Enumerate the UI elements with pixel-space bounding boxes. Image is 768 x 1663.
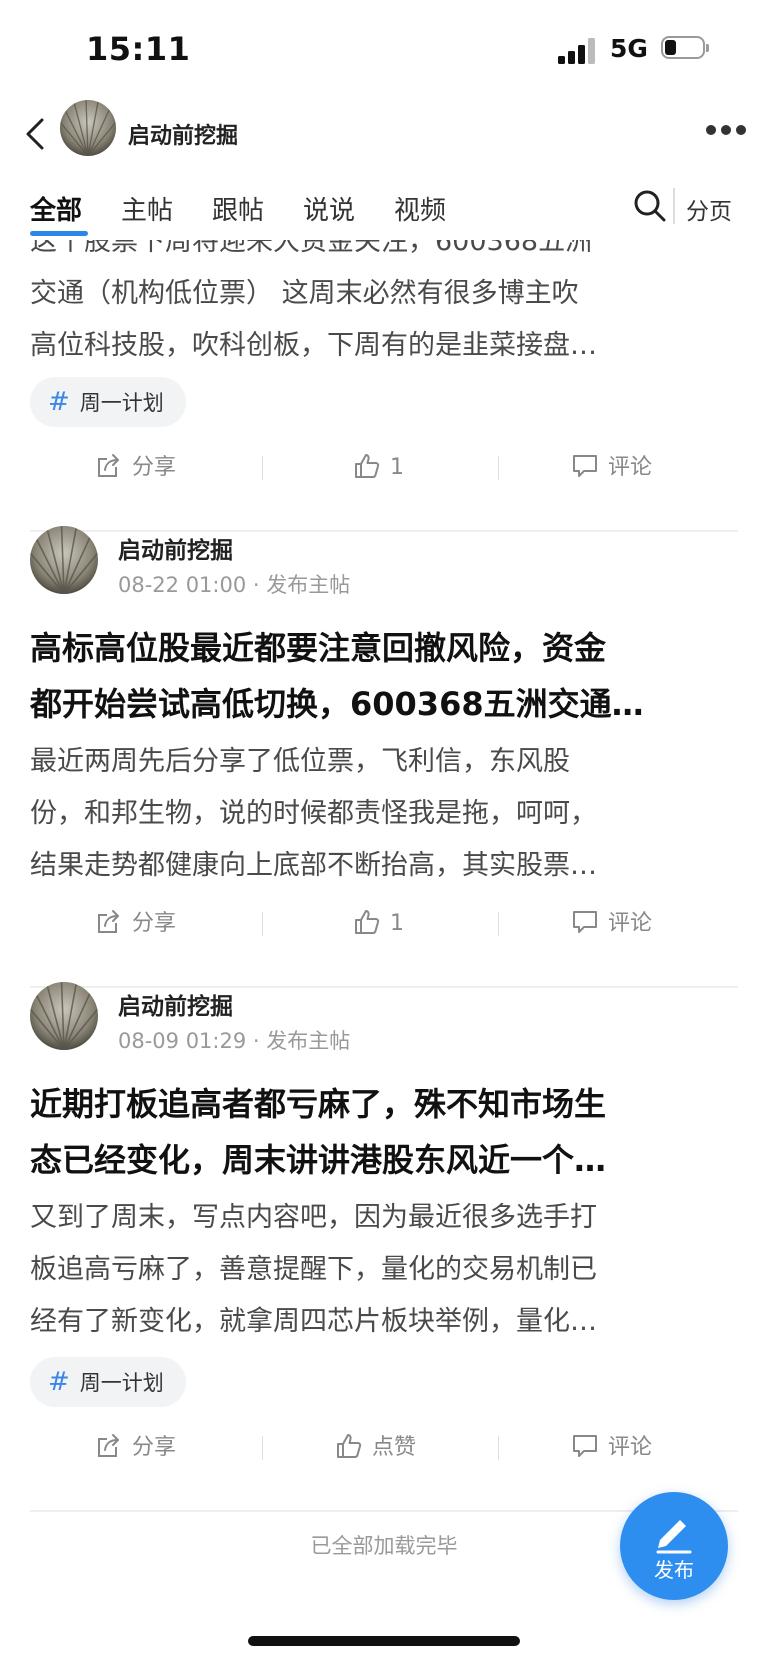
- status-bar: 15:11 5G: [0, 0, 768, 100]
- back-arrow-icon[interactable]: [18, 114, 58, 154]
- post-body-line: 高位科技股，吹科创板，下周有的是韭菜接盘…: [30, 330, 597, 361]
- post-body-line: 份，和邦生物，说的时候都责怪我是拖，呵呵，: [30, 798, 597, 829]
- tab-moments[interactable]: 说说: [303, 190, 355, 227]
- topic-tag[interactable]: # 周一计划: [30, 1357, 186, 1407]
- share-icon: [98, 910, 119, 933]
- post-feed: 这个股票下周将迎来大资金关注，600368五洲 交通（机构低位票） 这周末必然有…: [0, 240, 768, 1663]
- tab-replies[interactable]: 跟帖: [212, 190, 264, 227]
- action-separator: [498, 1436, 499, 1460]
- share-button[interactable]: 分享: [96, 1426, 176, 1470]
- hashtag-icon: #: [48, 387, 70, 417]
- tab-all[interactable]: 全部: [30, 190, 82, 227]
- author-name[interactable]: 启动前挖掘: [118, 531, 233, 565]
- post-body-line: 又到了周末，写点内容吧，因为最近很多选手打: [30, 1202, 597, 1233]
- status-time: 15:11: [86, 30, 191, 68]
- comment-button[interactable]: 评论: [572, 446, 652, 490]
- post-title-line: 态已经变化，周末讲讲港股东风近一个…: [30, 1141, 607, 1179]
- thumbs-up-icon: [355, 454, 380, 478]
- post-body-line: 这个股票下周将迎来大资金关注，600368五洲: [30, 240, 593, 257]
- comment-button[interactable]: 评论: [572, 902, 652, 946]
- post-title[interactable]: 高标高位股最近都要注意回撤风险，资金 都开始尝试高低切换，600368五洲交通…: [30, 620, 740, 732]
- action-separator: [262, 456, 263, 480]
- post-body-line: 最近两周先后分享了低位票，飞利信，东风股: [30, 746, 570, 777]
- action-separator: [262, 912, 263, 936]
- publish-button-label: 发布: [654, 1558, 694, 1582]
- publish-button[interactable]: 发布: [620, 1492, 728, 1600]
- action-separator: [262, 1436, 263, 1460]
- post-action-row: 分享 1 评论: [0, 446, 768, 490]
- post-body[interactable]: 最近两周先后分享了低位票，飞利信，东风股 份，和邦生物，说的时候都责怪我是拖，呵…: [30, 736, 740, 892]
- comment-icon: [573, 911, 597, 933]
- cellular-signal-icon: [558, 38, 602, 64]
- author-avatar[interactable]: [30, 526, 98, 594]
- post-body[interactable]: 这个股票下周将迎来大资金关注，600368五洲 交通（机构低位票） 这周末必然有…: [30, 240, 740, 372]
- like-button[interactable]: 1: [354, 446, 404, 490]
- thumbs-up-icon: [355, 910, 380, 934]
- like-button[interactable]: 1: [354, 902, 404, 946]
- post-body-line: 经有了新变化，就拿周四芯片板块举例，量化…: [30, 1306, 597, 1337]
- post-action-row: 分享 点赞 评论: [0, 1426, 768, 1470]
- pencil-icon: [656, 1520, 692, 1554]
- post-action-row: 分享 1 评论: [0, 902, 768, 946]
- author-name[interactable]: 启动前挖掘: [118, 987, 233, 1021]
- post-title-line: 都开始尝试高低切换，600368五洲交通…: [30, 685, 644, 723]
- author-avatar[interactable]: [30, 982, 98, 1050]
- comment-icon: [573, 455, 597, 477]
- more-options-icon[interactable]: [704, 122, 748, 136]
- comment-icon: [573, 1435, 597, 1457]
- pagination-toggle[interactable]: 分页: [686, 192, 732, 226]
- header-avatar[interactable]: [60, 100, 116, 156]
- action-separator: [498, 912, 499, 936]
- post-body-line: 板追高亏麻了，善意提醒下，量化的交易机制已: [30, 1254, 597, 1285]
- topic-tag-label: 周一计划: [79, 1371, 164, 1395]
- post-body-line: 结果走势都健康向上底部不断抬高，其实股票…: [30, 850, 597, 881]
- nav-header: 启动前挖掘: [0, 100, 768, 170]
- post-title-line: 高标高位股最近都要注意回撤风险，资金: [30, 629, 607, 667]
- comment-button[interactable]: 评论: [572, 1426, 652, 1470]
- post-title-line: 近期打板追高者都亏麻了，殊不知市场生: [30, 1085, 607, 1123]
- post-title[interactable]: 近期打板追高者都亏麻了，殊不知市场生 态已经变化，周末讲讲港股东风近一个…: [30, 1076, 740, 1188]
- share-button[interactable]: 分享: [96, 446, 176, 490]
- post-meta: 08-09 01:29 · 发布主帖: [118, 1029, 351, 1053]
- tab-main-posts[interactable]: 主帖: [121, 190, 173, 227]
- tab-videos[interactable]: 视频: [394, 190, 446, 227]
- share-icon: [98, 1434, 119, 1457]
- action-separator: [498, 456, 499, 480]
- header-account-name[interactable]: 启动前挖掘: [128, 118, 238, 150]
- post-meta: 08-22 01:00 · 发布主帖: [118, 573, 351, 597]
- battery-icon: [661, 36, 709, 61]
- search-icon[interactable]: [632, 188, 668, 224]
- active-tab-indicator: [30, 231, 88, 236]
- network-type: 5G: [610, 34, 648, 63]
- post-body[interactable]: 又到了周末，写点内容吧，因为最近很多选手打 板追高亏麻了，善意提醒下，量化的交易…: [30, 1192, 740, 1348]
- share-icon: [98, 454, 119, 477]
- thumbs-up-icon: [337, 1434, 362, 1458]
- topic-tag-label: 周一计划: [79, 391, 164, 415]
- post-body-line: 交通（机构低位票） 这周末必然有很多博主吹: [30, 278, 579, 309]
- hashtag-icon: #: [48, 1367, 70, 1397]
- like-button[interactable]: 点赞: [336, 1426, 416, 1470]
- share-button[interactable]: 分享: [96, 902, 176, 946]
- home-indicator[interactable]: [248, 1636, 520, 1646]
- tab-bar: 全部 主帖 跟帖 说说 视频 分页: [0, 180, 768, 240]
- tab-divider: [673, 188, 675, 224]
- topic-tag[interactable]: # 周一计划: [30, 377, 186, 427]
